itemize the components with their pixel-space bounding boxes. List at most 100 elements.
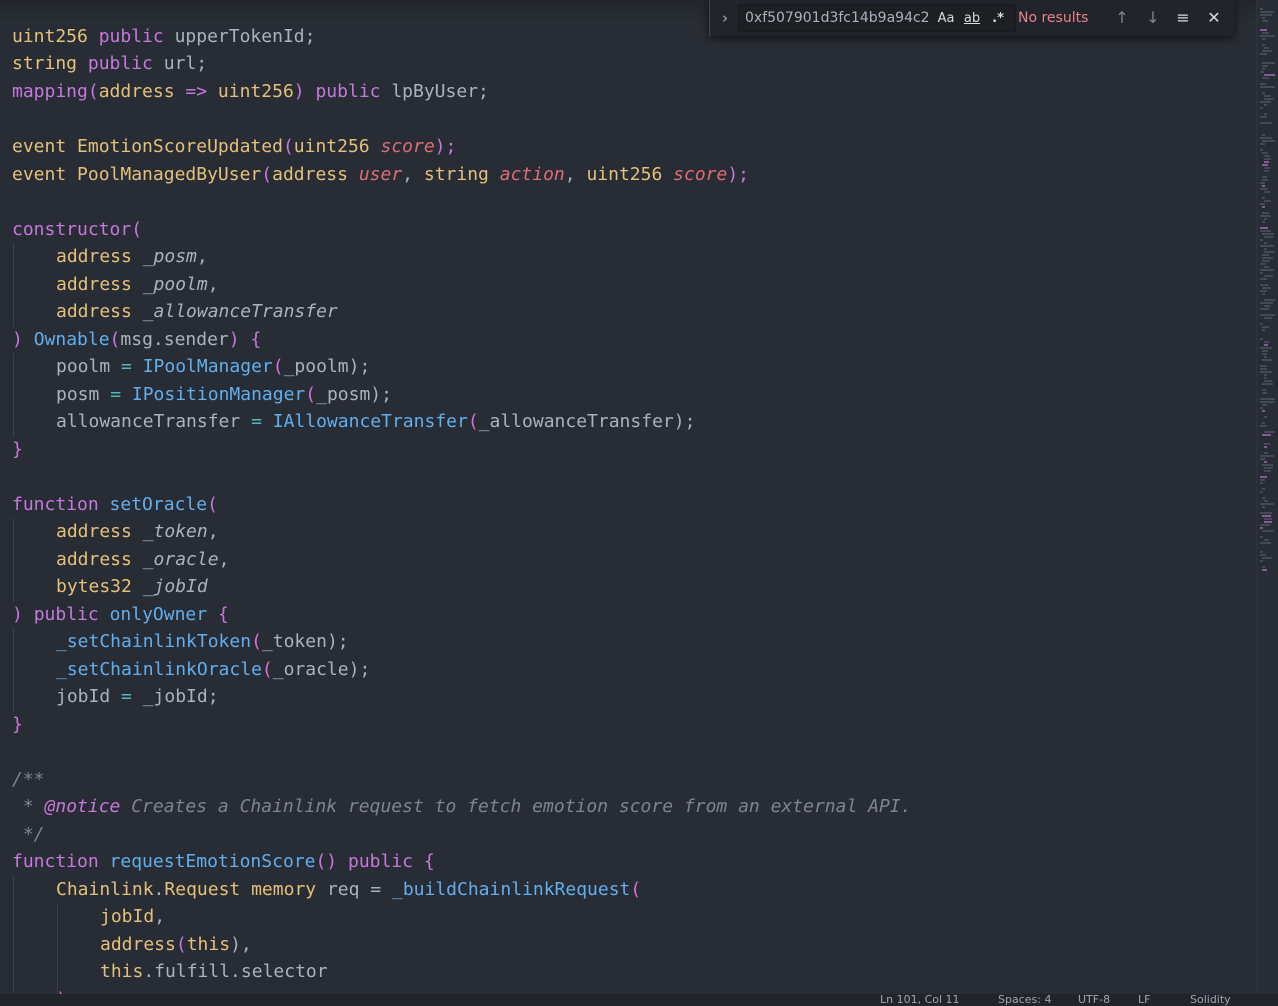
token-ident: url; (152, 53, 208, 74)
minimap-line (1262, 212, 1269, 214)
match-case-toggle[interactable]: Aa (935, 9, 957, 29)
minimap-line (1260, 479, 1265, 481)
minimap-line (1260, 401, 1275, 403)
whole-word-toggle[interactable]: ab (961, 9, 983, 29)
minimap-line (1264, 317, 1272, 319)
minimap-line (1260, 482, 1263, 484)
token-bracket: ( (175, 934, 187, 955)
minimap-line (1262, 197, 1265, 199)
minimap-line (1264, 218, 1267, 220)
find-status: No results (1018, 10, 1089, 26)
token-ident: _oracle (272, 659, 349, 680)
minimap-line (1260, 308, 1269, 310)
minimap-line (1264, 158, 1271, 160)
find-in-selection-icon[interactable]: ≡ (1172, 8, 1194, 28)
minimap-line (1264, 170, 1269, 172)
token-ident: .fulfill.selector (143, 961, 328, 982)
minimap-line (1262, 506, 1265, 508)
minimap-line (1262, 32, 1269, 34)
eol[interactable]: LF (1138, 994, 1150, 1006)
token-keyword: public (98, 26, 164, 47)
minimap-line (1260, 215, 1271, 217)
token-punc: , (207, 521, 219, 542)
minimap-line (1260, 188, 1268, 190)
minimap-line (1264, 248, 1267, 250)
token-punc: ); (326, 631, 349, 652)
indent-guide (13, 243, 14, 327)
indentation[interactable]: Spaces: 4 (998, 994, 1051, 1006)
token-comment: */ (12, 824, 45, 845)
token-punc: , (564, 164, 587, 185)
cursor-position[interactable]: Ln 101, Col 11 (880, 994, 960, 1006)
language-mode[interactable]: Solidity (1190, 994, 1231, 1006)
arrow-down-icon[interactable]: ↓ (1142, 8, 1164, 28)
indent-guide (13, 518, 14, 602)
minimap-line (1260, 269, 1274, 271)
minimap-line (1262, 389, 1266, 391)
token-event-name: PoolManagedByUser (77, 164, 262, 185)
code-line: bytes32 _jobId (56, 573, 208, 601)
minimap-line (1260, 101, 1271, 103)
token-ident: upperTokenId; (163, 26, 316, 47)
minimap-line (1260, 11, 1274, 13)
minimap-line (1262, 140, 1275, 142)
token-bracket: ( (630, 879, 642, 900)
token-keyword: this (186, 934, 231, 955)
minimap-line (1262, 359, 1272, 361)
minimap-line (1264, 539, 1269, 541)
minimap[interactable] (1258, 0, 1278, 994)
minimap-line (1260, 542, 1271, 544)
minimap-line (1264, 95, 1271, 97)
minimap-line (1260, 503, 1274, 505)
token-type: address (56, 549, 132, 570)
minimap-line (1264, 470, 1271, 472)
token-ident: _posm (316, 384, 371, 405)
close-icon[interactable]: ✕ (1203, 8, 1225, 28)
minimap-line (1262, 254, 1269, 256)
code-line: ) Ownable(msg.sender) { (12, 326, 261, 354)
minimap-line (1260, 203, 1265, 205)
toggle-replace-chevron-icon[interactable]: › (716, 8, 734, 28)
arrow-up-icon[interactable]: ↑ (1111, 8, 1133, 28)
indent-guide (13, 628, 14, 712)
minimap-line (1262, 176, 1267, 178)
token-bracket: ( (131, 219, 143, 240)
token-function: _buildChainlinkRequest (391, 879, 631, 900)
find-input-box[interactable]: Aa ab .* (738, 4, 1016, 32)
minimap-line (1260, 122, 1272, 124)
minimap-line (1264, 374, 1267, 376)
token-keyword: public (33, 604, 99, 625)
code-line: jobId, (100, 903, 165, 931)
minimap-line (1262, 392, 1267, 394)
minimap-line (1264, 104, 1267, 106)
token-type: Chainlink (56, 879, 154, 900)
minimap-line (1264, 446, 1267, 448)
minimap-line (1262, 260, 1270, 262)
minimap-line (1264, 380, 1272, 382)
token-keyword: event (12, 136, 67, 157)
encoding[interactable]: UTF-8 (1078, 994, 1110, 1006)
code-line: this.fulfill.selector (100, 958, 328, 986)
token-param: action (499, 164, 565, 185)
minimap-line (1260, 35, 1275, 37)
token-param: _allowanceTransfer (142, 301, 338, 322)
token-type: uint256 (217, 81, 294, 102)
find-input[interactable] (745, 8, 929, 28)
token-punc: , (154, 906, 166, 927)
minimap-line (1262, 179, 1268, 181)
token-comment: Creates a Chainlink request to fetch emo… (120, 796, 912, 817)
minimap-line (1260, 524, 1270, 526)
token-type: Request (164, 879, 241, 900)
minimap-line (1262, 50, 1272, 52)
regex-toggle[interactable]: .* (987, 9, 1009, 29)
minimap-line (1262, 221, 1265, 223)
code-line: posm = IPositionManager(_posm); (56, 381, 392, 409)
minimap-line (1260, 527, 1263, 529)
code-editor[interactable]: uint256 public upperTokenId; string publ… (0, 0, 1258, 994)
